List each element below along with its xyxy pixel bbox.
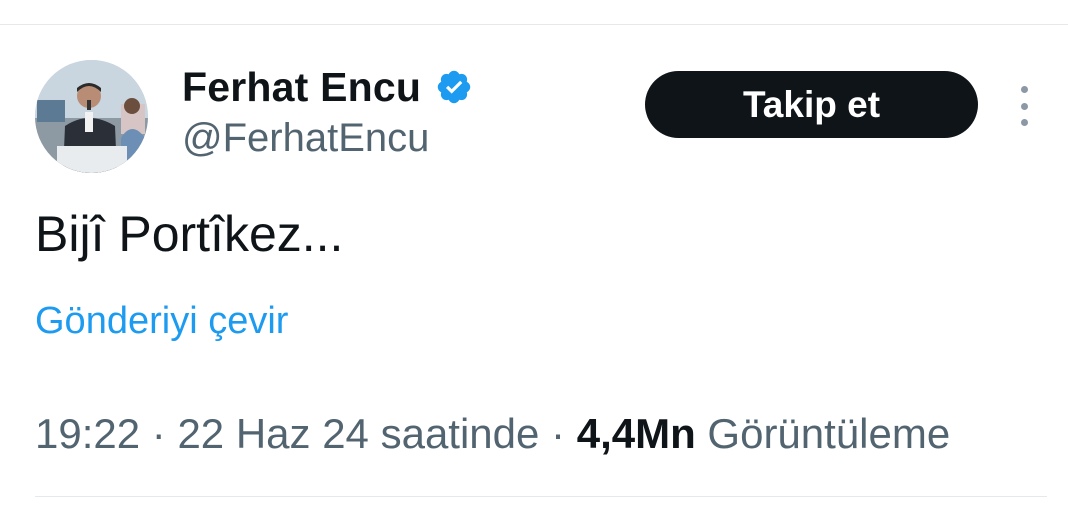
author-name-row: Ferhat Encu	[182, 62, 473, 112]
author-display-name[interactable]: Ferhat Encu	[182, 64, 421, 111]
tweet-time[interactable]: 19:22	[35, 410, 140, 457]
views-label[interactable]: Görüntüleme	[707, 410, 950, 457]
avatar[interactable]	[35, 60, 148, 173]
more-dot	[1020, 102, 1028, 110]
bottom-divider	[35, 496, 1047, 497]
follow-button[interactable]: Takip et	[645, 71, 978, 138]
translate-post-link[interactable]: Gönderiyi çevir	[35, 300, 288, 343]
more-dot	[1020, 86, 1028, 93]
tweet-meta: 19:22 · 22 Haz 24 saatinde · 4,4Mn Görün…	[35, 410, 950, 458]
avatar-image	[35, 60, 148, 173]
tweet-text: Bijî Portîkez...	[35, 206, 344, 262]
meta-separator: ·	[151, 410, 166, 457]
author-handle[interactable]: @FerhatEncu	[182, 116, 429, 161]
verified-badge-icon	[437, 70, 471, 104]
more-vertical-icon[interactable]	[1010, 86, 1038, 126]
tweet-date[interactable]: 22 Haz 24 saatinde	[177, 410, 539, 457]
views-count[interactable]: 4,4Mn	[577, 410, 696, 457]
more-dot	[1020, 119, 1028, 126]
meta-separator: ·	[551, 410, 566, 457]
top-divider	[0, 24, 1068, 25]
